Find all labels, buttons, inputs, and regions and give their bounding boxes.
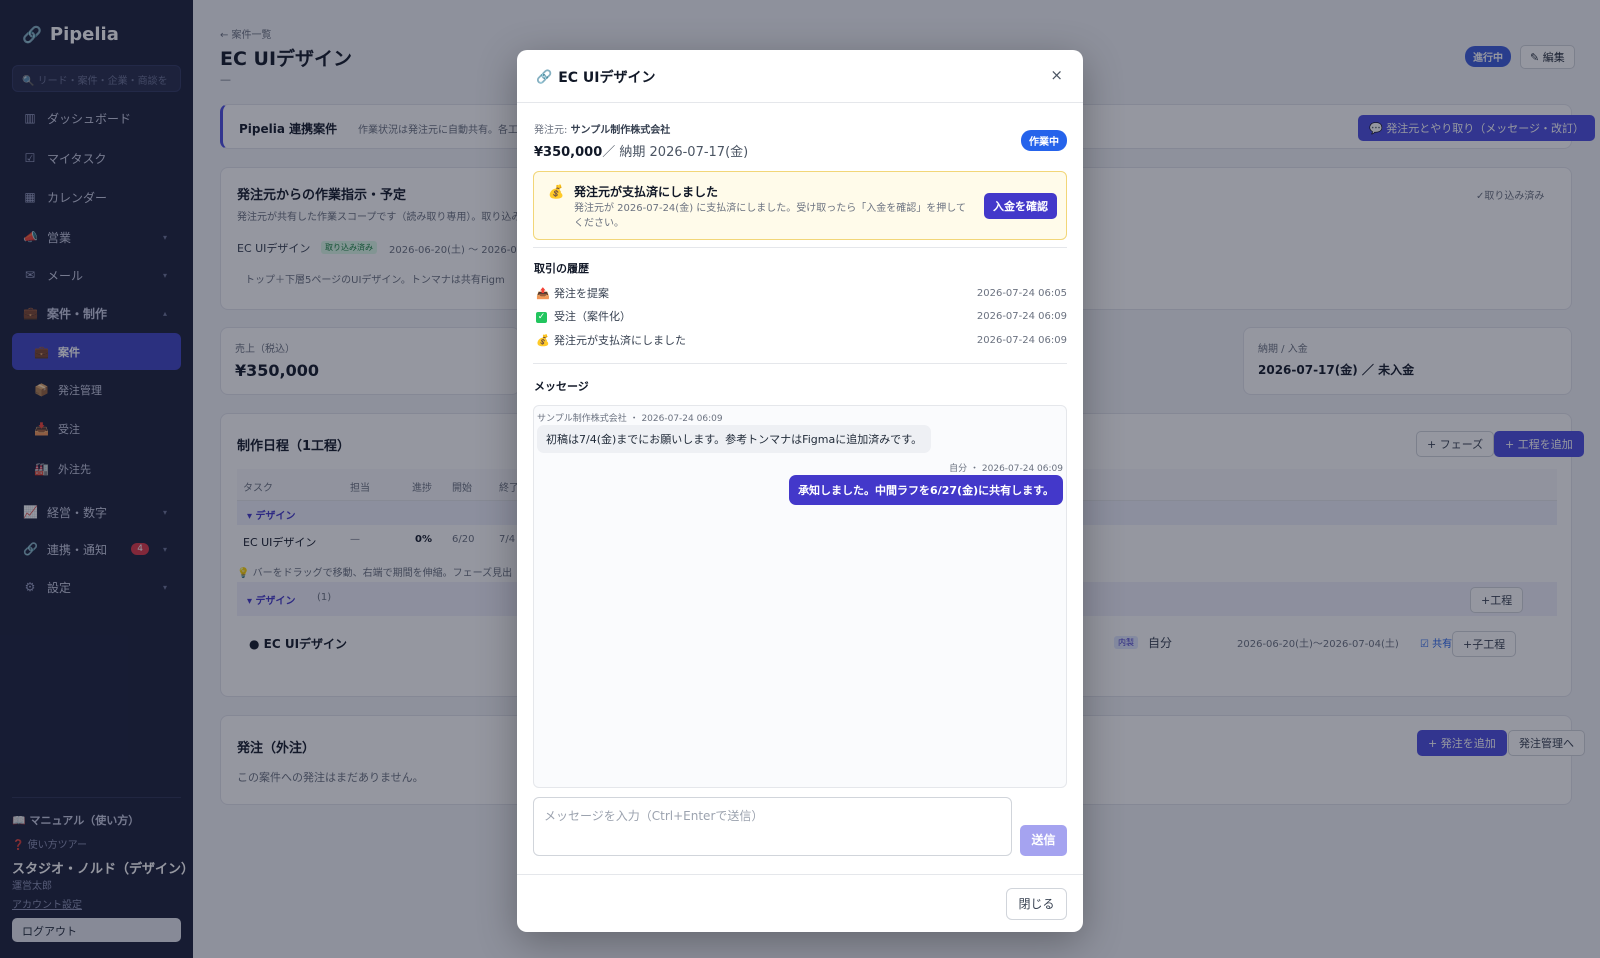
close-icon[interactable]: × <box>1050 66 1063 84</box>
history-title: 取引の履歴 <box>534 262 589 275</box>
check-icon: ✓ <box>536 309 554 323</box>
confirm-payment-button[interactable]: 入金を確認 <box>984 193 1057 219</box>
money-bag-icon: 💰 <box>548 185 565 200</box>
client-info: 発注元: サンプル制作株式会社 <box>534 121 670 136</box>
history-label: 発注を提案 <box>554 287 609 300</box>
send-button[interactable]: 送信 <box>1020 825 1067 856</box>
history-time: 2026-07-24 06:09 <box>976 310 1067 322</box>
message-thread[interactable]: サンプル制作株式会社 ・ 2026-07-24 06:09 初稿は7/4(金)ま… <box>533 405 1067 788</box>
history-item: 💰 発注元が支払済にしました 2026-07-24 06:09 <box>536 331 1067 349</box>
modal-title-text: EC UIデザイン <box>558 70 656 86</box>
divider <box>533 363 1067 364</box>
message-meta: 自分 ・ 2026-07-24 06:09 <box>949 464 1063 474</box>
client-label: 発注元: <box>534 125 568 136</box>
payment-alert: 💰 発注元が支払済にしました 発注元が 2026-07-24(金) に支払済にし… <box>533 171 1067 240</box>
history-item: 📤 発注を提案 2026-07-24 06:05 <box>536 284 1067 302</box>
outbox-icon: 📤 <box>536 286 550 300</box>
history-time: 2026-07-24 06:09 <box>976 334 1067 346</box>
deal-modal: 🔗 EC UIデザイン × 発注元: サンプル制作株式会社 ¥350,000／ 納… <box>517 50 1083 932</box>
modal-header: 🔗 EC UIデザイン × <box>517 50 1083 103</box>
modal-title: 🔗 EC UIデザイン <box>536 67 655 87</box>
history-time: 2026-07-24 06:05 <box>976 287 1067 299</box>
amount-value: ¥350,000 <box>534 145 603 160</box>
messages-title: メッセージ <box>534 380 589 393</box>
history-item: ✓ 受注（案件化） 2026-07-24 06:09 <box>536 307 1067 325</box>
status-badge: 作業中 <box>1021 130 1067 151</box>
check-glyph: ✓ <box>536 312 547 323</box>
message-meta: サンプル制作株式会社 ・ 2026-07-24 06:09 <box>537 414 723 424</box>
history-label: 発注元が支払済にしました <box>554 334 686 347</box>
alert-title: 発注元が支払済にしました <box>574 185 719 199</box>
link-icon: 🔗 <box>536 69 553 85</box>
client-name: サンプル制作株式会社 <box>570 125 671 136</box>
divider <box>533 247 1067 248</box>
due-date: ／ 納期 2026-07-17(金) <box>602 145 749 160</box>
message-bubble-sent: 承知しました。中間ラフを6/27(金)に共有します。 <box>789 475 1063 505</box>
money-bag-icon: 💰 <box>536 333 550 347</box>
message-bubble-received: 初稿は7/4(金)までにお願いします。参考トンマナはFigmaに追加済みです。 <box>537 425 932 453</box>
history-label: 受注（案件化） <box>554 310 631 323</box>
alert-text: 発注元が 2026-07-24(金) に支払済にしました。受け取ったら「入金を確… <box>574 203 966 229</box>
divider <box>517 874 1083 875</box>
amount-due: ¥350,000／ 納期 2026-07-17(金) <box>534 141 748 160</box>
close-button[interactable]: 閉じる <box>1006 888 1067 920</box>
message-input[interactable]: メッセージを入力（Ctrl+Enterで送信） <box>533 797 1012 856</box>
